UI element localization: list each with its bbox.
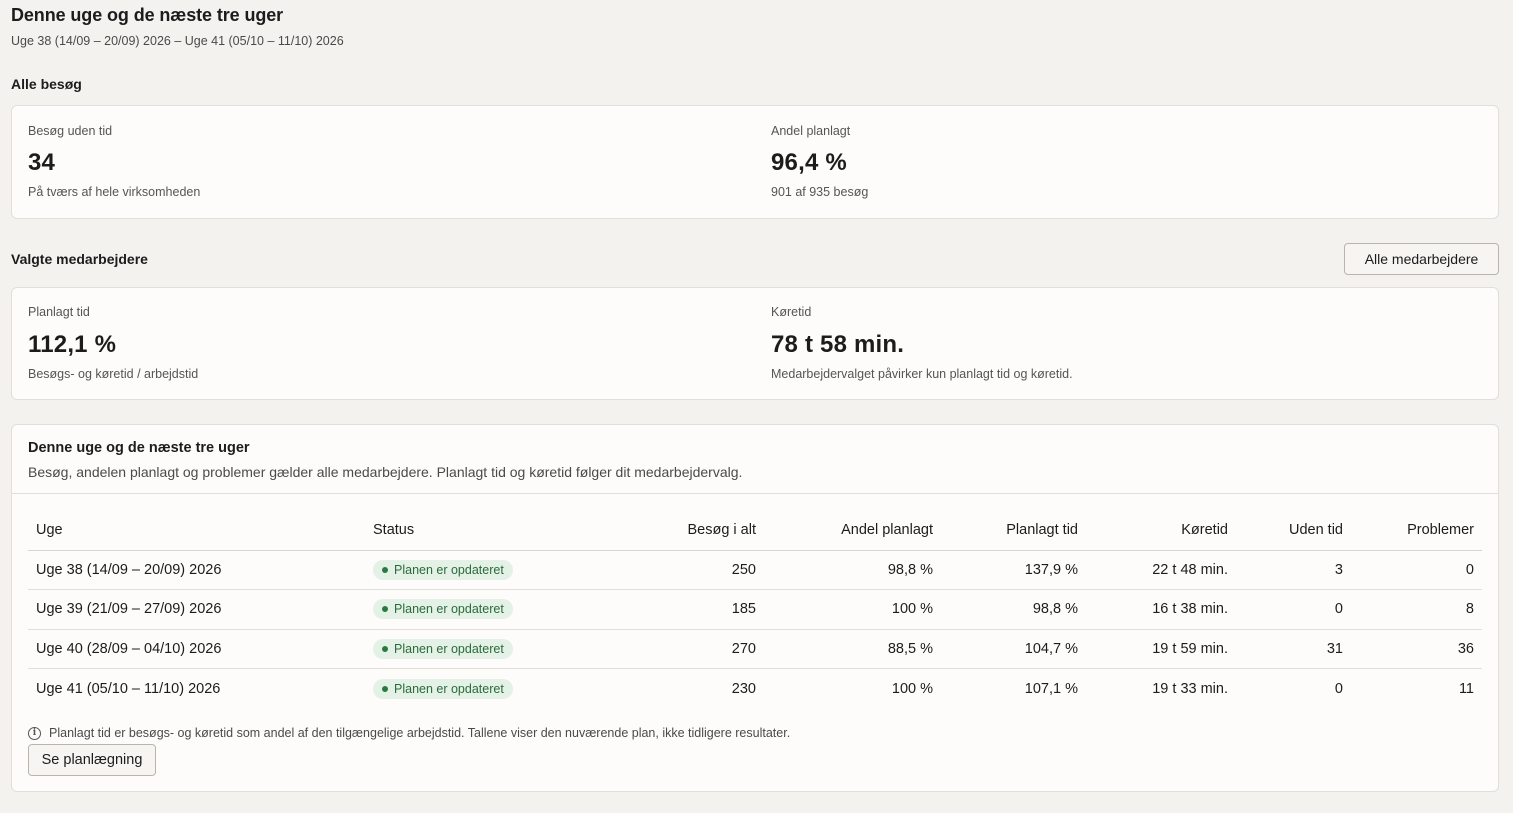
table-row[interactable]: Uge 40 (28/09 – 04/10) 2026 Planen er op…: [28, 629, 1482, 669]
problems-cell: 0: [1351, 550, 1482, 590]
status-dot-icon: [382, 645, 388, 652]
table-row[interactable]: Uge 39 (21/09 – 27/09) 2026 Planen er op…: [28, 589, 1482, 630]
week-cell: Uge 38 (14/09 – 20/09) 2026: [28, 550, 365, 590]
visits-cell: 230: [731, 680, 756, 697]
week-cell: Uge 40 (28/09 – 04/10) 2026: [28, 629, 365, 669]
page-subtitle: Uge 38 (14/09 – 20/09) 2026 – Uge 41 (05…: [11, 34, 344, 48]
stat-value: 112,1 %: [28, 331, 117, 358]
status-text: Planen er opdateret: [394, 602, 504, 617]
status-text: Planen er opdateret: [394, 681, 504, 696]
problems-cell: 11: [1458, 680, 1474, 697]
share-cell: 100 %: [891, 680, 933, 697]
planned-cell: 104,7 %: [941, 629, 1086, 669]
stat-note: Medarbejdervalget påvirker kun planlagt …: [771, 367, 1073, 381]
column-header-share-planned[interactable]: Andel planlagt: [764, 511, 941, 551]
stat-note: Besøgs- og køretid / arbejdstid: [28, 367, 199, 381]
stat-value: 78 t 58 min.: [771, 331, 905, 358]
no-time-cell: 0: [1334, 680, 1343, 697]
driving-cell: 16 t 38 min.: [1086, 589, 1236, 630]
visits-cell: 250: [605, 550, 764, 590]
problems-cell: 36: [1351, 629, 1482, 669]
stat-label: Besøg uden tid: [28, 124, 113, 138]
stat-label: Andel planlagt: [771, 124, 851, 138]
no-time-cell: 31: [1236, 629, 1351, 669]
page-title: Denne uge og de næste tre uger: [11, 5, 284, 25]
status-text: Planen er opdateret: [394, 562, 504, 577]
see-planning-button[interactable]: Se planlægning: [28, 744, 156, 776]
problems-cell: 8: [1351, 589, 1482, 630]
column-header-without-time[interactable]: Uden tid: [1236, 511, 1351, 551]
table-row[interactable]: Uge 41 (05/10 – 11/10) 2026 Planen er op…: [28, 669, 1482, 709]
table-header-row: Uge Status Besøg i alt Andel planlagt Pl…: [28, 511, 1482, 551]
status-dot-icon: [382, 606, 388, 613]
stat-label: Køretid: [771, 305, 812, 319]
all-employees-button[interactable]: Alle medarbejdere: [1344, 243, 1499, 275]
table-row[interactable]: Uge 38 (14/09 – 20/09) 2026 Planen er op…: [28, 550, 1482, 590]
stat-value: 96,4 %: [771, 149, 847, 176]
weeks-table-title: Denne uge og de næste tre uger: [28, 440, 250, 456]
column-header-week[interactable]: Uge: [28, 511, 365, 551]
share-cell: 88,5 %: [764, 629, 941, 669]
stat-label: Planlagt tid: [28, 305, 90, 319]
visits-cell: 185: [605, 589, 764, 630]
stat-note: På tværs af hele virksomheden: [28, 185, 201, 199]
weeks-table-card: Denne uge og de næste tre uger Besøg, an…: [11, 424, 1499, 792]
status-badge: Planen er opdateret: [373, 599, 513, 620]
stat-value: 34: [28, 149, 56, 176]
status-cell: Planen er opdateret: [365, 629, 605, 669]
status-badge: Planen er opdateret: [373, 678, 513, 699]
week-cell: Uge 41 (05/10 – 11/10) 2026: [36, 680, 221, 697]
planned-cell: 137,9 %: [941, 550, 1086, 590]
planned-cell: 98,8 %: [941, 589, 1086, 630]
no-time-cell: 3: [1236, 550, 1351, 590]
weeks-table-description: Besøg, andelen planlagt og problemer gæl…: [28, 464, 743, 480]
status-cell: Planen er opdateret: [365, 669, 605, 709]
divider: [12, 493, 1498, 494]
status-badge: Planen er opdateret: [373, 559, 513, 580]
share-cell: 100 %: [764, 589, 941, 630]
status-text: Planen er opdateret: [394, 641, 504, 656]
status-cell: Planen er opdateret: [365, 550, 605, 590]
week-cell: Uge 39 (21/09 – 27/09) 2026: [28, 589, 365, 630]
status-cell: Planen er opdateret: [365, 589, 605, 630]
planned-cell: 107,1 %: [1024, 680, 1078, 697]
weeks-table: Uge Status Besøg i alt Andel planlagt Pl…: [28, 511, 1482, 708]
column-header-planned-time[interactable]: Planlagt tid: [941, 511, 1086, 551]
all-visits-heading: Alle besøg: [11, 76, 82, 92]
info-circle-icon: i: [28, 726, 41, 740]
selected-employees-card: Planlagt tid 112,1 % Besøgs- og køretid …: [11, 287, 1499, 400]
column-header-driving-time[interactable]: Køretid: [1086, 511, 1236, 551]
driving-cell: 22 t 48 min.: [1086, 550, 1236, 590]
visits-cell: 270: [605, 629, 764, 669]
info-row: i Planlagt tid er besøgs- og køretid som…: [28, 726, 790, 740]
all-visits-card: Besøg uden tid 34 På tværs af hele virks…: [11, 105, 1499, 219]
status-dot-icon: [382, 566, 388, 573]
column-header-problems[interactable]: Problemer: [1351, 511, 1482, 551]
column-header-visits[interactable]: Besøg i alt: [605, 511, 764, 551]
info-text: Planlagt tid er besøgs- og køretid som a…: [49, 726, 791, 740]
driving-cell: 19 t 33 min.: [1152, 680, 1228, 697]
no-time-cell: 0: [1236, 589, 1351, 630]
share-cell: 98,8 %: [764, 550, 941, 590]
status-badge: Planen er opdateret: [373, 638, 513, 659]
selected-employees-heading: Valgte medarbejdere: [11, 251, 148, 267]
stat-note: 901 af 935 besøg: [771, 185, 869, 199]
column-header-status[interactable]: Status: [365, 511, 605, 551]
driving-cell: 19 t 59 min.: [1086, 629, 1236, 669]
status-dot-icon: [382, 685, 388, 692]
